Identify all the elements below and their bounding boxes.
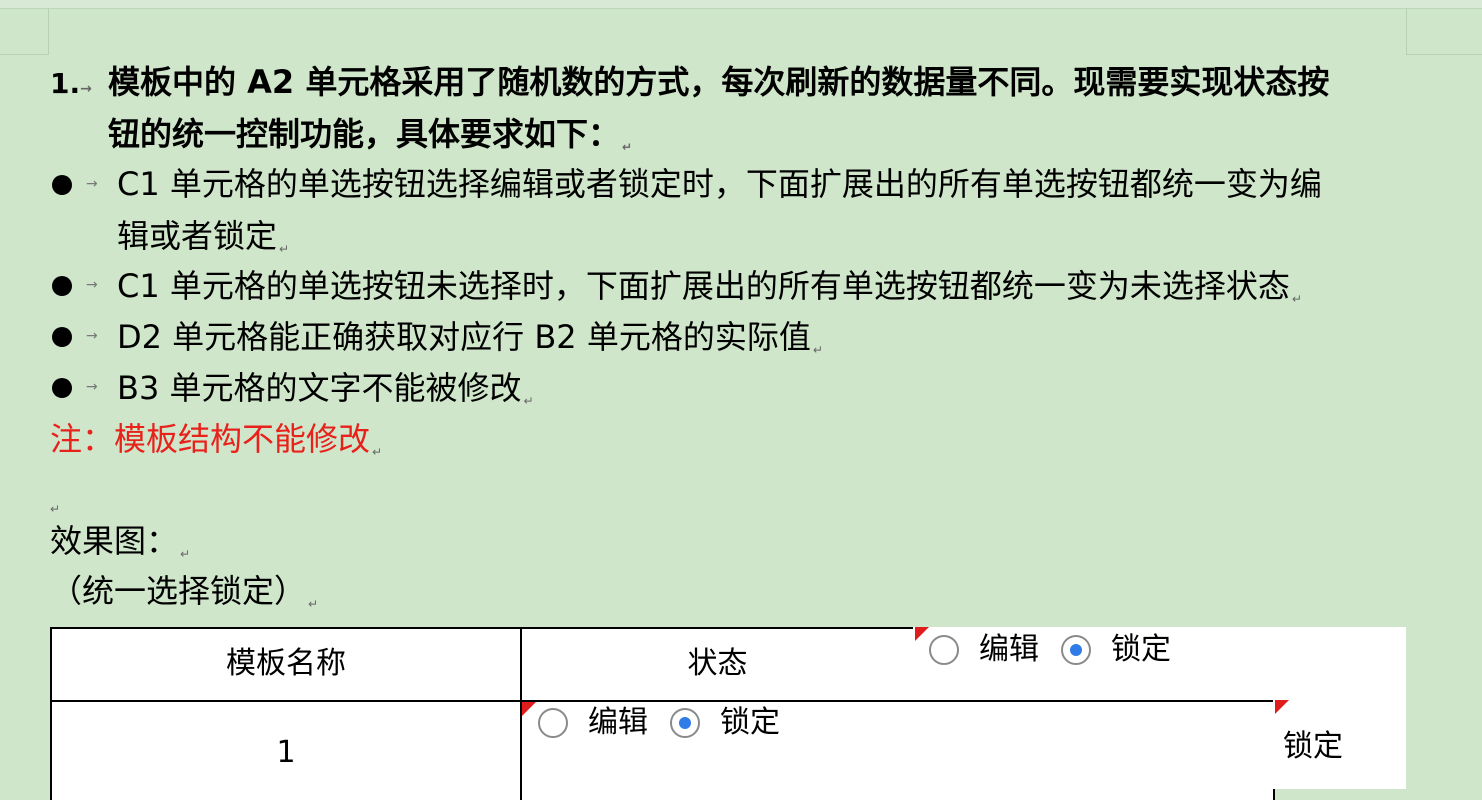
c1-radio-cell: 编辑 锁定 — [913, 627, 1406, 702]
bullet-icon — [52, 378, 72, 398]
row1-radio-lock-label: 锁定 — [720, 705, 780, 740]
row1-value-cell: 锁定 — [1273, 700, 1406, 789]
effect-caption: （统一选择锁定） ↵ — [50, 572, 319, 611]
bullet-icon — [52, 327, 72, 347]
requirement-title-line-2: 钮的统一控制功能，具体要求如下： ↵ — [108, 115, 633, 154]
row1-radio-edit[interactable] — [538, 708, 568, 738]
row1-template-name: 1 — [276, 735, 296, 770]
row1-radio-edit-label: 编辑 — [588, 705, 648, 740]
document-page: 1.→ 模板中的 A2 单元格采用了随机数的方式，每次刷新的数据量不同。现需要实… — [0, 0, 1482, 800]
bullet-1-line-2: 辑或者锁定 ↵ — [117, 217, 290, 256]
effect-table: 模板名称 状态 编辑 锁定 1 编辑 锁定 锁定 — [50, 627, 1406, 800]
row1-radio-cell: 编辑 锁定 — [520, 700, 1275, 800]
row1-cell-template-name: 1 — [50, 700, 522, 800]
c1-radio-edit-label: 编辑 — [979, 632, 1039, 667]
bullet-icon — [52, 276, 72, 296]
c1-radio-edit[interactable] — [929, 635, 959, 665]
bullet-1-line-1: C1 单元格的单选按钮选择编辑或者锁定时，下面扩展出的所有单选按钮都统一变为编 — [117, 165, 1322, 203]
tab-arrow-icon: → — [86, 277, 98, 293]
c1-radio-lock[interactable] — [1061, 635, 1091, 665]
header-cell-template-name: 模板名称 — [50, 627, 522, 702]
comment-marker-icon — [1275, 700, 1289, 714]
comment-marker-icon — [522, 702, 536, 716]
tab-arrow-icon: → — [86, 379, 98, 395]
header-template-name: 模板名称 — [226, 646, 346, 681]
bullet-2-line: C1 单元格的单选按钮未选择时，下面扩展出的所有单选按钮都统一变为未选择状态 ↵ — [117, 267, 1302, 306]
bullet-icon — [52, 175, 72, 195]
row1-radio-lock[interactable] — [670, 708, 700, 738]
requirement-title-line-1: 模板中的 A2 单元格采用了随机数的方式，每次刷新的数据量不同。现需要实现状态按 — [108, 63, 1330, 101]
bullet-3-line: D2 单元格能正确获取对应行 B2 单元格的实际值 ↵ — [117, 318, 823, 357]
effect-heading: 效果图： ↵ — [50, 522, 191, 561]
tab-arrow-icon: → — [86, 176, 98, 192]
tab-arrow-icon: → — [86, 328, 98, 344]
c1-radio-lock-label: 锁定 — [1111, 632, 1171, 667]
note-text: 注：模板结构不能修改 ↵ — [50, 420, 383, 459]
row1-value: 锁定 — [1283, 729, 1343, 764]
comment-marker-icon — [915, 627, 929, 641]
item-number: 1.→ — [50, 67, 92, 100]
header-cell-status: 状态 — [520, 627, 915, 702]
header-status: 状态 — [687, 646, 748, 681]
bullet-4-line: B3 单元格的文字不能被修改 ↵ — [117, 369, 534, 408]
